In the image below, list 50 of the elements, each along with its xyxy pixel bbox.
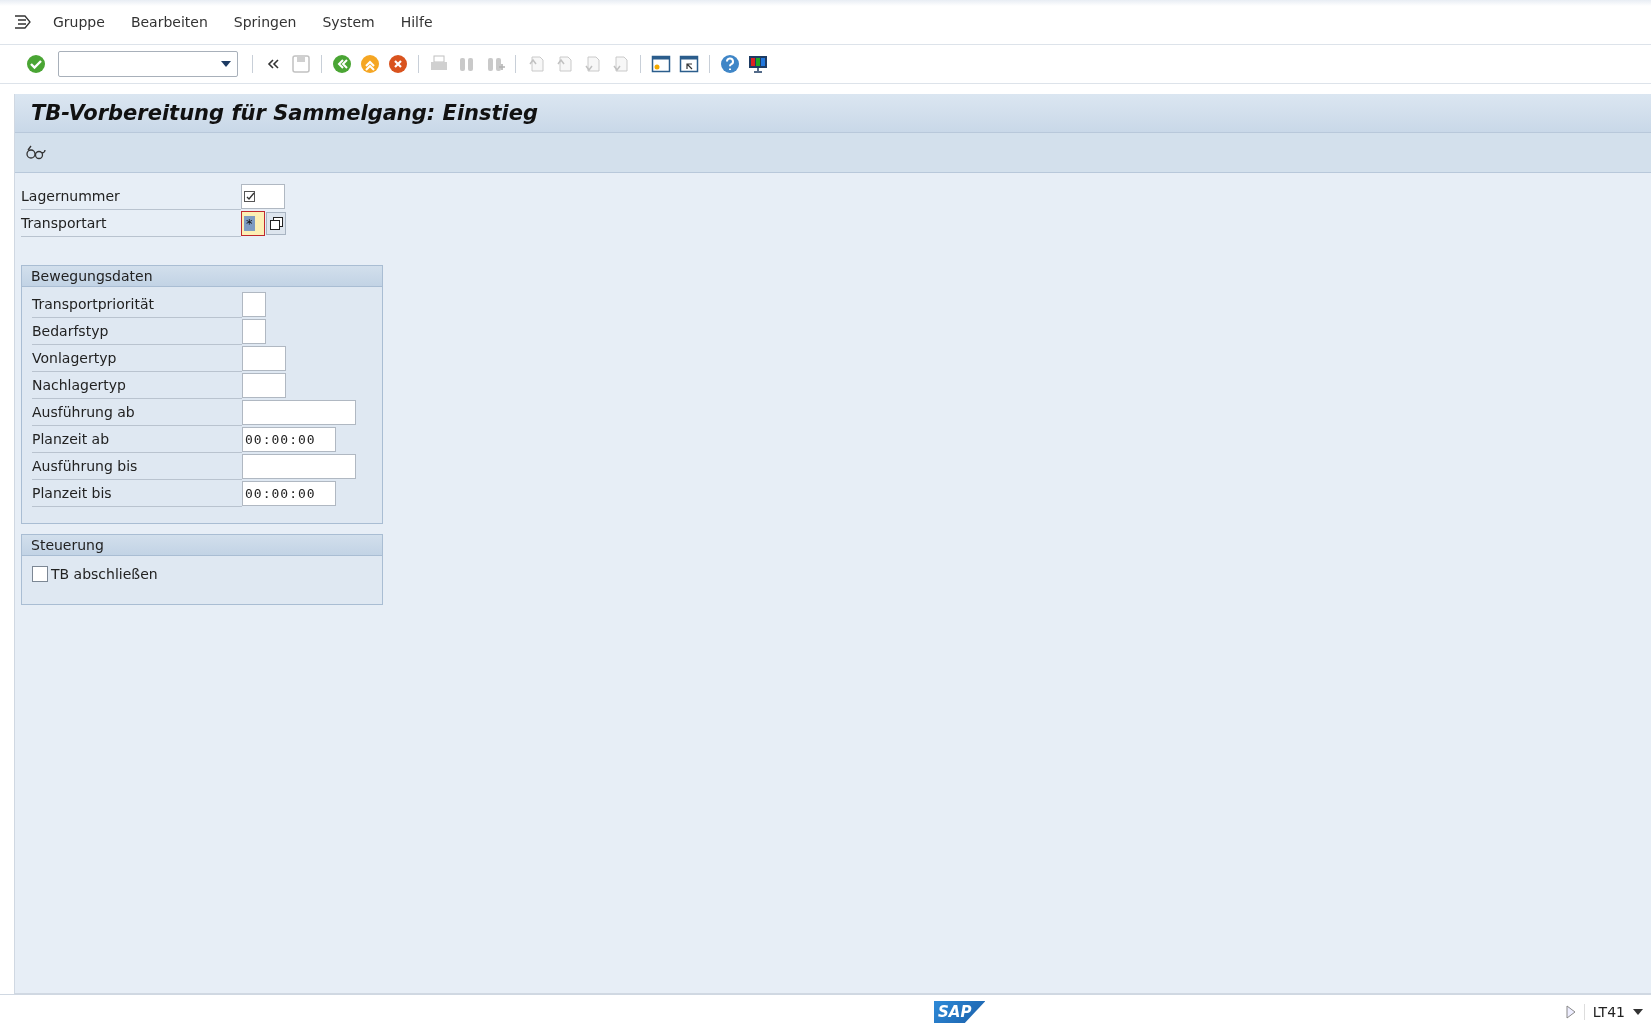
menu-item[interactable]: Gruppe <box>40 10 118 34</box>
page-icon <box>582 54 602 74</box>
input-field[interactable] <box>242 292 266 317</box>
checkmark-icon <box>244 190 256 203</box>
stacked-squares-icon <box>269 217 283 230</box>
page-icon <box>610 54 630 74</box>
menu-icon[interactable] <box>14 15 32 29</box>
logo: SAP <box>934 1001 986 1023</box>
monitor-icon <box>748 54 768 74</box>
input-field[interactable] <box>242 373 286 398</box>
save-icon <box>291 54 311 74</box>
input-field[interactable] <box>241 184 285 209</box>
dropdown-caret-icon[interactable] <box>1633 1009 1643 1015</box>
window-icon <box>651 54 671 74</box>
up-arrows-icon <box>360 54 380 74</box>
transaction-code: LT41 <box>1583 1004 1625 1020</box>
menu-item[interactable]: Bearbeiten <box>117 10 221 34</box>
input-field[interactable] <box>242 319 266 344</box>
input-field[interactable]: * <box>241 211 265 236</box>
glasses-icon[interactable] <box>25 144 47 161</box>
input-field[interactable] <box>242 346 286 371</box>
command-field[interactable] <box>58 51 238 77</box>
field-label: Transportart <box>21 210 241 237</box>
input-field[interactable]: 00:00:00 <box>242 481 336 506</box>
input-field[interactable] <box>242 454 356 479</box>
field-value: 00:00:00 <box>245 432 316 447</box>
input-field[interactable] <box>242 400 356 425</box>
page-icon <box>526 54 546 74</box>
checkbox[interactable] <box>32 566 48 582</box>
cancel-icon <box>388 54 408 74</box>
field-value: 00:00:00 <box>245 486 316 501</box>
play-icon[interactable] <box>1565 1005 1576 1019</box>
menu-item[interactable]: System <box>309 10 388 34</box>
screen-title: TB-Vorbereitung für Sammelgang: Einstieg <box>31 101 539 125</box>
field-label: Lagernummer <box>21 183 241 210</box>
window-icon <box>679 54 699 74</box>
page-icon <box>554 54 574 74</box>
menu-item[interactable]: Hilfe <box>387 10 446 34</box>
group-title: Steuerung <box>22 535 382 556</box>
multiple-selection-button[interactable] <box>266 212 286 235</box>
back-icon <box>332 54 352 74</box>
group-title: Bewegungsdaten <box>22 266 382 287</box>
menu-item[interactable]: Springen <box>220 10 310 34</box>
input-field[interactable]: 00:00:00 <box>242 427 336 452</box>
help-icon <box>720 54 740 74</box>
check-icon <box>26 54 46 74</box>
checkbox-label: TB abschließen <box>51 566 158 582</box>
field-value: * <box>244 216 255 231</box>
double-chevron-icon <box>266 57 280 71</box>
dropdown-caret-icon[interactable] <box>221 61 231 67</box>
